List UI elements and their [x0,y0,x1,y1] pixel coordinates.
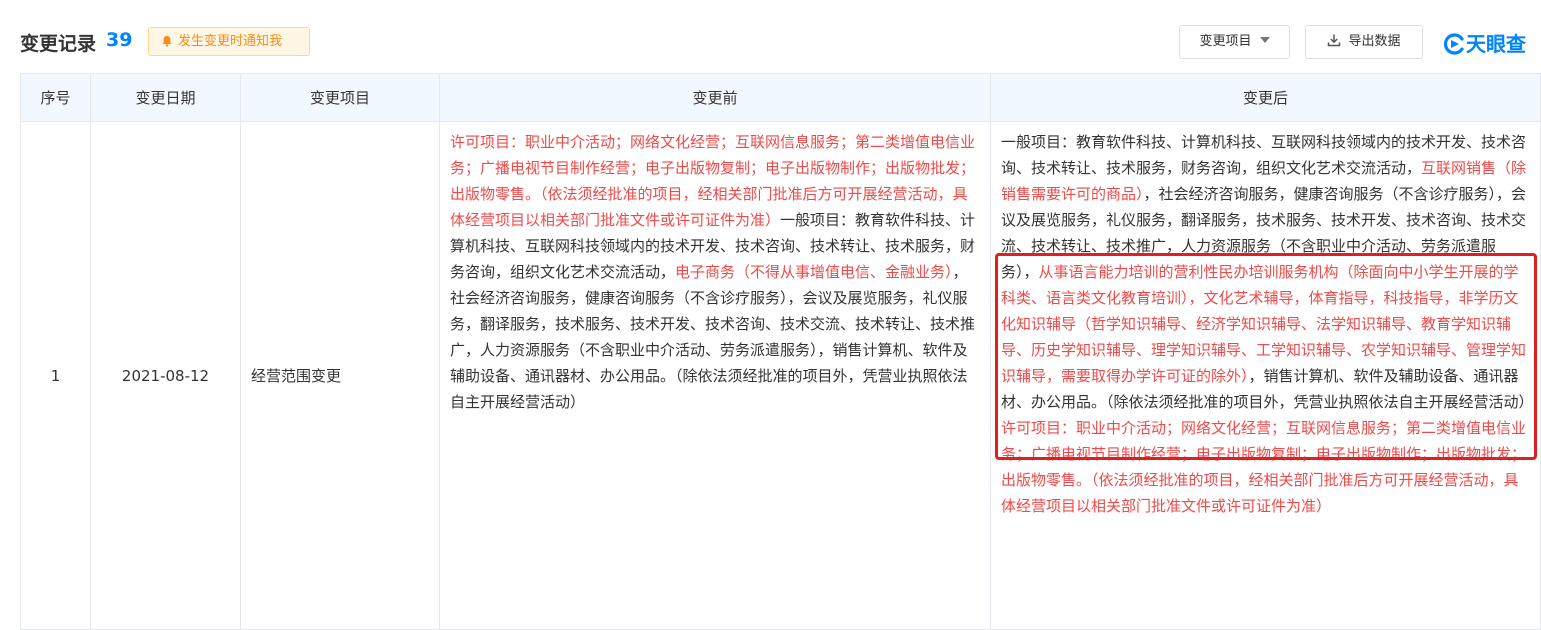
column-header-date: 变更日期 [90,73,241,122]
cell-before: 许可项目：职业中介活动；网络文化经营；互联网信息服务；第二类增值电信业务；广播电… [439,121,991,630]
table-row: 1 2021-08-12 经营范围变更 许可项目：职业中介活动；网络文化经营；互… [20,121,1541,630]
export-label: 导出数据 [1348,34,1401,49]
before-segment: 电子商务（不得从事增值电信、金融业务） [675,263,953,281]
page-header: 变更记录 39 发生变更时通知我 变更项目 导出数据 天眼查 [0,0,1541,74]
caret-down-icon [1259,37,1270,43]
change-record-table: 序号 变更日期 变更项目 变更前 变更后 1 2021-08-12 经营范围变更… [20,73,1541,630]
before-content: 许可项目：职业中介活动；网络文化经营；互联网信息服务；第二类增值电信业务；广播电… [450,129,980,629]
column-header-after: 变更后 [990,73,1541,122]
notify-on-change-button[interactable]: 发生变更时通知我 [148,27,310,56]
table-header-row: 序号 变更日期 变更项目 变更前 变更后 [20,73,1541,122]
after-segment: 许可项目：职业中介活动；网络文化经营；互联网信息服务；第二类增值电信业务；广播电… [1001,419,1527,515]
column-header-index: 序号 [20,73,91,122]
filter-label: 变更项目 [1199,34,1252,49]
after-content: 一般项目：教育软件科技、计算机科技、互联网科技领域内的技术开发、技术咨询、技术转… [1001,129,1530,629]
column-header-before: 变更前 [439,73,991,122]
bell-icon [162,36,172,47]
cell-change-item: 经营范围变更 [240,121,440,630]
before-segment: ，社会经济咨询服务，健康咨询服务（不含诊疗服务），会议及展览服务，礼仪服务，翻译… [450,263,976,411]
export-data-button[interactable]: 导出数据 [1305,25,1423,59]
brand-logo[interactable]: 天眼查 [1443,28,1526,56]
brand-name: 天眼查 [1466,32,1526,56]
section-title: 变更记录 [20,33,97,55]
record-count: 39 [106,29,133,51]
notify-label: 发生变更时通知我 [178,34,283,49]
change-item-filter-dropdown[interactable]: 变更项目 [1179,25,1290,59]
cell-after: 一般项目：教育软件科技、计算机科技、互联网科技领域内的技术开发、技术咨询、技术转… [990,121,1541,630]
tianyancha-logo-icon [1443,33,1464,55]
column-header-item: 变更项目 [240,73,440,122]
download-icon [1328,34,1341,47]
cell-change-date: 2021-08-12 [90,121,241,630]
cell-index: 1 [20,121,91,630]
